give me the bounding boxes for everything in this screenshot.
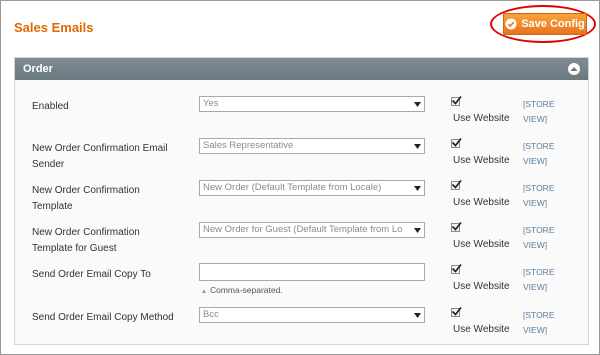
use-website-label: Use Website [453, 239, 510, 250]
checkmark-icon [451, 221, 462, 231]
scope-label: [STORE VIEW] [523, 183, 555, 208]
field-label: New Order Confirmation Template [32, 185, 140, 212]
field-row-enabled: Enabled Yes Use Website [STORE VIEW] [15, 95, 588, 139]
copy-to-input[interactable] [199, 263, 425, 281]
use-website-checkbox[interactable] [451, 263, 462, 274]
use-website-checkbox[interactable] [451, 95, 462, 106]
checkmark-icon [451, 179, 462, 189]
note-text: Comma-separated. [209, 285, 283, 295]
use-website-label: Use Website [453, 281, 510, 292]
checkmark-icon [451, 263, 462, 273]
select-value: New Order (Default Template from Locale) [203, 182, 382, 193]
scope-label: [STORE VIEW] [523, 267, 555, 292]
checkmark-icon [451, 306, 462, 316]
dropdown-arrow-icon [410, 181, 424, 195]
dropdown-arrow-icon [410, 223, 424, 237]
field-row-guest-template: New Order Confirmation Template for Gues… [15, 221, 588, 265]
save-config-button[interactable]: Save Config [503, 13, 587, 35]
select-value: Sales Representative [203, 140, 294, 151]
scope-label: [STORE VIEW] [523, 225, 555, 250]
config-page: Sales Emails Save Config Order Enabled Y… [0, 0, 600, 355]
dropdown-arrow-icon [410, 308, 424, 322]
use-website-checkbox[interactable] [451, 179, 462, 190]
use-website-label: Use Website [453, 155, 510, 166]
field-label: Enabled [32, 101, 69, 112]
field-row-copy-method: Send Order Email Copy Method Bcc Use Web… [15, 306, 588, 350]
select-value: Bcc [203, 309, 219, 320]
use-website-checkbox[interactable] [451, 306, 462, 317]
guest-template-select[interactable]: New Order for Guest (Default Template fr… [199, 222, 425, 238]
email-sender-select[interactable]: Sales Representative [199, 138, 425, 154]
section-title: Order [23, 63, 53, 75]
scope-label: [STORE VIEW] [523, 99, 555, 124]
use-website-checkbox[interactable] [451, 221, 462, 232]
select-value: Yes [203, 98, 219, 109]
scope-label: [STORE VIEW] [523, 141, 555, 166]
field-label: New Order Confirmation Template for Gues… [32, 227, 140, 254]
order-section: Order Enabled Yes Use Website [STORE VIE… [14, 57, 589, 345]
triangle-icon: ▲ [201, 289, 207, 295]
use-website-label: Use Website [453, 197, 510, 208]
chevron-up-icon[interactable] [568, 63, 580, 75]
field-label: Send Order Email Copy To [32, 269, 151, 280]
dropdown-arrow-icon [410, 139, 424, 153]
scope-label: [STORE VIEW] [523, 310, 555, 335]
field-row-confirmation-template: New Order Confirmation Template New Orde… [15, 179, 588, 223]
dropdown-arrow-icon [410, 97, 424, 111]
page-title: Sales Emails [14, 20, 94, 35]
use-website-label: Use Website [453, 113, 510, 124]
save-config-label: Save Config [521, 18, 585, 30]
use-website-label: Use Website [453, 324, 510, 335]
field-row-copy-to: Send Order Email Copy To ▲ Comma-separate… [15, 263, 588, 307]
use-website-checkbox[interactable] [451, 137, 462, 148]
check-circle-icon [505, 18, 517, 30]
field-label: New Order Confirmation Email Sender [32, 143, 168, 170]
field-note: ▲ Comma-separated. [201, 285, 283, 295]
field-label: Send Order Email Copy Method [32, 312, 174, 323]
field-row-email-sender: New Order Confirmation Email Sender Sale… [15, 137, 588, 181]
confirmation-template-select[interactable]: New Order (Default Template from Locale) [199, 180, 425, 196]
enabled-select[interactable]: Yes [199, 96, 425, 112]
checkmark-icon [451, 137, 462, 147]
section-header[interactable]: Order [15, 58, 588, 80]
checkmark-icon [451, 95, 462, 105]
select-value: New Order for Guest (Default Template fr… [203, 224, 403, 235]
copy-method-select[interactable]: Bcc [199, 307, 425, 323]
